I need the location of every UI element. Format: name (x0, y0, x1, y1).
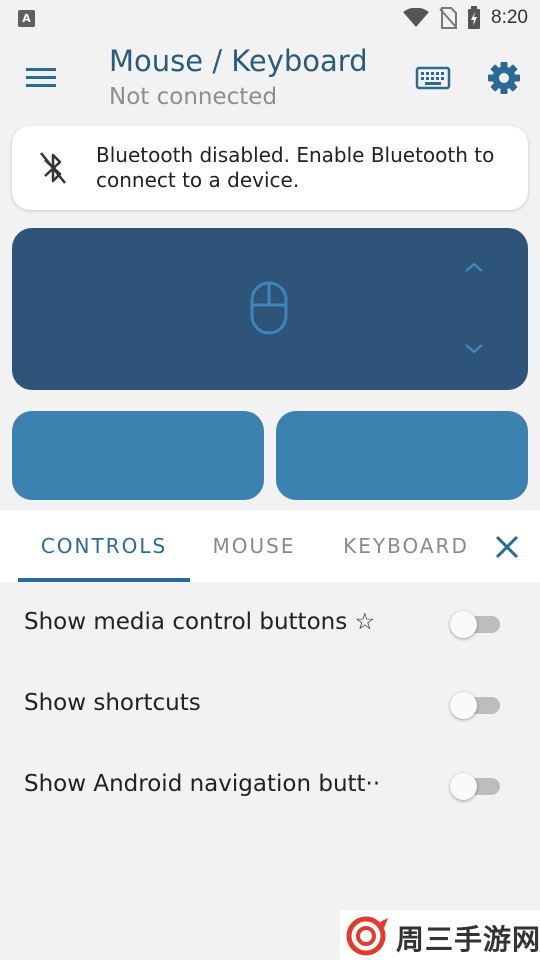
status-time: 8:20 (491, 7, 528, 28)
keyboard-button[interactable] (414, 60, 452, 96)
scroll-up-button[interactable] (460, 256, 488, 278)
status-bar: A 8:20 (0, 0, 540, 36)
app-notification-icon: A (18, 10, 35, 27)
bluetooth-disabled-icon (40, 152, 66, 184)
active-tab-indicator (18, 578, 190, 582)
toggle-thumb (450, 773, 477, 800)
mouse-icon (250, 281, 288, 335)
touchpad[interactable] (12, 228, 528, 390)
settings-panel: CONTROLS MOUSE KEYBOARD Show media contr… (0, 510, 540, 960)
status-bar-right: 8:20 (403, 6, 528, 30)
media-controls-toggle[interactable] (450, 611, 502, 638)
close-icon (495, 535, 519, 559)
menu-icon (26, 68, 56, 87)
tab-bar: CONTROLS MOUSE KEYBOARD (0, 510, 540, 582)
setting-shortcuts: Show shortcuts (0, 664, 540, 744)
app-bar: Mouse / Keyboard Not connected (0, 36, 540, 118)
setting-label: Show shortcuts (24, 690, 201, 716)
tab-controls[interactable]: CONTROLS (18, 510, 190, 582)
close-panel-button[interactable] (490, 530, 524, 564)
scroll-down-button[interactable] (460, 338, 488, 360)
menu-button[interactable] (20, 58, 64, 98)
shortcuts-toggle[interactable] (450, 692, 502, 719)
wifi-icon (403, 8, 430, 27)
gear-icon (488, 62, 520, 94)
bluetooth-disabled-card[interactable]: Bluetooth disabled. Enable Bluetooth to … (12, 126, 528, 210)
chevron-up-icon (465, 262, 483, 272)
watermark: 周三手游网 (340, 910, 540, 960)
no-sim-icon (439, 7, 458, 29)
settings-button[interactable] (484, 58, 524, 98)
chevron-down-icon (465, 344, 483, 354)
setting-media-controls: Show media control buttons ☆ (0, 583, 540, 663)
bluetooth-message: Bluetooth disabled. Enable Bluetooth to … (96, 143, 495, 192)
tab-keyboard[interactable]: KEYBOARD (330, 510, 482, 582)
right-click-button[interactable] (276, 411, 528, 500)
watermark-text: 周三手游网 (396, 923, 540, 956)
toggle-thumb (450, 611, 477, 638)
setting-label: Show Android navigation butt·· (24, 771, 381, 797)
watermark-logo-icon (346, 916, 388, 956)
setting-label: Show media control buttons ☆ (24, 609, 376, 635)
tab-mouse[interactable]: MOUSE (198, 510, 310, 582)
page-title: Mouse / Keyboard (109, 44, 368, 78)
toggle-thumb (450, 692, 477, 719)
battery-charging-icon (468, 6, 481, 29)
connection-status: Not connected (109, 84, 278, 110)
left-click-button[interactable] (12, 411, 264, 500)
keyboard-icon (415, 66, 451, 90)
setting-android-navigation: Show Android navigation butt·· (0, 745, 540, 825)
android-navigation-toggle[interactable] (450, 773, 502, 800)
